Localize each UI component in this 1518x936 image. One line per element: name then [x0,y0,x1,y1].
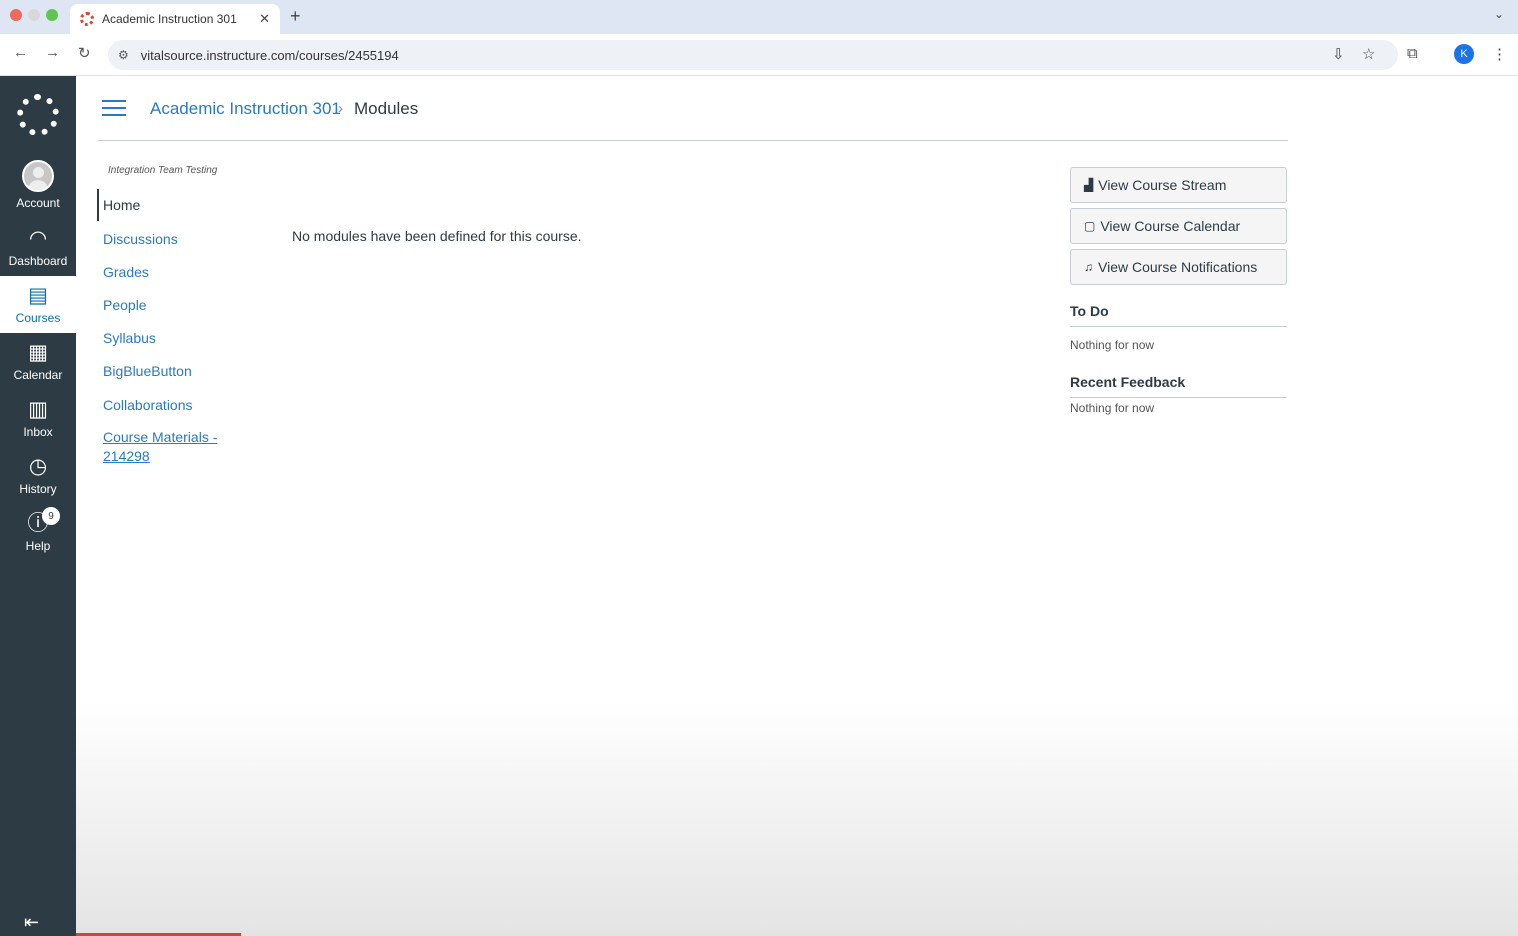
url-text: vitalsource.instructure.com/courses/2455… [140,47,399,63]
view-course-calendar-button[interactable]: ▢ View Course Calendar [1070,208,1287,244]
global-nav-label: History [19,482,57,496]
chart-icon: ▟ [1084,178,1094,192]
dashboard-icon: ◠ [28,227,48,250]
breadcrumb-course-link[interactable]: Academic Instruction 301 [150,99,341,119]
help-count-badge: 9 [42,507,60,525]
maximize-window-button[interactable] [46,9,58,21]
feedback-divider [1070,397,1287,398]
course-nav-people[interactable]: People [103,297,147,313]
minimize-window-button[interactable] [28,9,40,21]
course-term-label: Integration Team Testing [108,165,218,176]
recent-feedback-heading: Recent Feedback [1070,374,1186,390]
global-nav-label: Account [16,195,60,210]
global-nav-label: Inbox [23,425,53,439]
global-nav-dashboard[interactable]: ◠ Dashboard [0,219,76,276]
global-nav-label: Dashboard [8,254,68,268]
global-nav-history[interactable]: ◷ History [0,447,76,504]
back-icon[interactable]: ← [13,44,28,61]
course-nav-syllabus[interactable]: Syllabus [103,330,156,346]
browser-tab[interactable]: Academic Instruction 301 ✕ [70,4,280,34]
header-divider [98,140,1288,141]
site-settings-icon[interactable]: ⚙ [118,48,129,62]
breadcrumb-current-page: Modules [354,99,419,118]
button-label: View Course Notifications [1098,259,1258,275]
courses-book-icon: ▤ [28,284,48,307]
course-nav-grades[interactable]: Grades [103,264,149,280]
address-bar[interactable]: ⚙ vitalsource.instructure.com/courses/24… [108,40,1398,70]
extensions-icon[interactable]: ⧉ [1407,45,1418,62]
view-course-stream-button[interactable]: ▟ View Course Stream [1070,167,1287,203]
course-nav-home[interactable]: Home [103,197,140,213]
calendar-icon: ▢ [1084,219,1096,233]
global-nav-help[interactable]: ⓘ Help [0,504,76,561]
global-nav-label: Courses [15,311,61,325]
install-app-icon[interactable]: ⇩ [1332,45,1345,63]
close-tab-icon[interactable]: ✕ [259,11,270,27]
reload-icon[interactable]: ↻ [78,44,91,62]
forward-icon[interactable]: → [45,44,60,61]
collapse-nav-icon[interactable]: ⇤ [24,912,39,933]
todo-empty-note: Nothing for now [1070,338,1155,352]
view-course-notifications-button[interactable]: ♫ View Course Notifications [1070,249,1287,285]
canvas-favicon-icon [80,12,94,26]
empty-modules-message: No modules have been defined for this co… [292,228,582,244]
tab-search-icon[interactable]: ⌄ [1494,7,1504,21]
global-nav-label: Help [25,539,51,553]
course-nav-course-materials[interactable]: Course Materials - 214298 [103,428,233,466]
calendar-icon: ▦ [28,341,48,364]
button-label: View Course Stream [1098,177,1227,193]
global-nav-courses[interactable]: ▤ Courses [0,276,76,333]
tab-title: Academic Instruction 301 [102,12,237,26]
todo-heading: To Do [1070,303,1109,319]
account-avatar-icon [22,159,54,192]
bookmark-star-icon[interactable]: ☆ [1362,45,1375,63]
browser-tab-bar: Academic Instruction 301 ✕ + ⌄ [0,0,1518,34]
global-nav-label: Calendar [13,368,63,382]
global-nav-inbox[interactable]: ▥ Inbox [0,390,76,447]
todo-divider [1070,326,1287,327]
new-tab-icon[interactable]: + [290,6,301,27]
inbox-icon: ▥ [28,398,48,421]
global-nav-calendar[interactable]: ▦ Calendar [0,333,76,390]
canvas-logo-icon[interactable] [17,94,59,136]
feedback-empty-note: Nothing for now [1070,401,1155,415]
course-menu-toggle-icon[interactable] [102,100,126,118]
course-nav-collaborations[interactable]: Collaborations [103,397,193,413]
global-navigation: Account ◠ Dashboard ▤ Courses ▦ Calendar… [0,76,76,936]
close-window-button[interactable] [10,9,22,21]
global-nav-account[interactable]: Account [0,156,76,213]
browser-menu-icon[interactable]: ⋮ [1492,45,1507,63]
active-nav-indicator [97,189,99,221]
bell-icon: ♫ [1084,260,1093,274]
course-nav-bigbluebutton[interactable]: BigBlueButton [103,363,192,379]
browser-toolbar: ← → ↻ ⚙ vitalsource.instructure.com/cour… [0,34,1518,76]
course-nav-discussions[interactable]: Discussions [103,231,178,247]
breadcrumb-separator: › [338,100,343,117]
page-bottom-fade [76,700,1518,936]
profile-avatar[interactable]: K [1454,44,1474,64]
history-clock-icon: ◷ [28,455,48,478]
button-label: View Course Calendar [1100,218,1241,234]
